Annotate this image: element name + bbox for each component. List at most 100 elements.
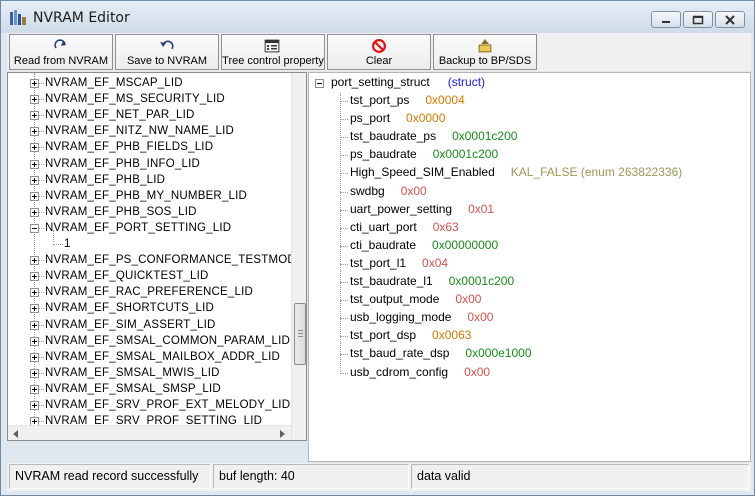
tree-item[interactable]: NVRAM_EF_MS_SECURITY_LID: [8, 91, 291, 107]
tree-item[interactable]: NVRAM_EF_SMSAL_COMMON_PARAM_LID: [8, 333, 291, 349]
field-value: 0x000e1000: [465, 346, 532, 361]
expand-toggle-icon[interactable]: [30, 159, 39, 169]
expand-toggle-icon[interactable]: [30, 352, 39, 362]
scroll-left-arrow-icon[interactable]: [13, 430, 18, 438]
struct-field[interactable]: uart_power_setting 0x01: [350, 202, 494, 216]
tree-item[interactable]: NVRAM_EF_PHB_SOS_LID: [8, 204, 291, 220]
tree-item-label: NVRAM_EF_PORT_SETTING_LID: [45, 221, 232, 234]
expand-toggle-icon[interactable]: [30, 256, 39, 266]
expand-toggle-icon[interactable]: [30, 368, 39, 378]
struct-field[interactable]: tst_output_mode 0x00: [350, 292, 481, 306]
status-buf-length: buf length: 40: [213, 464, 409, 489]
struct-field[interactable]: tst_baudrate_ps 0x0001c200: [350, 129, 517, 143]
field-value: 0x0001c200: [452, 129, 518, 144]
minimize-button[interactable]: [651, 11, 681, 28]
tree-item[interactable]: NVRAM_EF_SRV_PROF_EXT_MELODY_LID: [8, 397, 291, 413]
tree-item[interactable]: NVRAM_EF_SMSAL_MAILBOX_ADDR_LID: [8, 349, 291, 365]
tree-item[interactable]: NVRAM_EF_RAC_PREFERENCE_LID: [8, 284, 291, 300]
struct-field[interactable]: cti_uart_port 0x63: [350, 220, 459, 234]
struct-collapse-toggle[interactable]: [315, 79, 324, 88]
struct-field[interactable]: usb_cdrom_config 0x00: [350, 365, 490, 379]
scroll-right-arrow-icon[interactable]: [280, 430, 285, 438]
backup-icon: [478, 39, 492, 53]
tree-item[interactable]: NVRAM_EF_PHB_INFO_LID: [8, 156, 291, 172]
struct-field[interactable]: tst_baudrate_l1 0x0001c200: [350, 274, 514, 288]
struct-header[interactable]: port_setting_struct (struct): [331, 75, 485, 89]
tree-item[interactable]: NVRAM_EF_SMSAL_MWIS_LID: [8, 365, 291, 381]
tree-item-label: NVRAM_EF_PHB_INFO_LID: [45, 157, 201, 170]
tree-item[interactable]: NVRAM_EF_NET_PAR_LID: [8, 107, 291, 123]
tree-item-label: NVRAM_EF_PHB_MY_NUMBER_LID: [45, 189, 248, 202]
struct-field[interactable]: cti_baudrate 0x00000000: [350, 238, 498, 252]
field-name: usb_logging_mode: [350, 310, 452, 325]
expand-toggle-icon[interactable]: [30, 191, 39, 201]
tree-item-label: NVRAM_EF_PHB_FIELDS_LID: [45, 141, 214, 154]
tree-control-property-button[interactable]: Tree control property: [221, 34, 325, 70]
field-name: tst_baudrate_l1: [350, 274, 433, 288]
tree-item-label: NVRAM_EF_SMSAL_SMSP_LID: [45, 382, 221, 395]
struct-field[interactable]: ps_port 0x0000: [350, 111, 445, 125]
expand-toggle-icon[interactable]: [30, 111, 39, 121]
tree-control-property-label: Tree control property: [222, 55, 324, 67]
struct-field[interactable]: tst_baud_rate_dsp 0x000e1000: [350, 346, 532, 360]
tree-item-label: NVRAM_EF_PS_CONFORMANCE_TESTMODE_L: [45, 254, 307, 267]
tree-item[interactable]: NVRAM_EF_SIM_ASSERT_LID: [8, 317, 291, 333]
expand-toggle-icon[interactable]: [30, 127, 39, 137]
close-button[interactable]: [715, 11, 745, 28]
struct-field[interactable]: ps_baudrate 0x0001c200: [350, 147, 498, 161]
tree-item-label: NVRAM_EF_QUICKTEST_LID: [45, 270, 209, 283]
tree-vertical-scrollbar[interactable]: [291, 73, 306, 440]
tree-scrollbar-thumb[interactable]: [294, 303, 306, 365]
field-value: 0x00: [400, 183, 427, 198]
lid-tree-view[interactable]: NVRAM_EF_MSCAP_LID NVRAM_EF_MS_SECURITY_L…: [7, 72, 307, 441]
expand-toggle-icon[interactable]: [30, 79, 39, 88]
tree-horizontal-scrollbar[interactable]: [8, 425, 291, 440]
field-value: 0x0063: [432, 328, 472, 343]
save-to-nvram-button[interactable]: Save to NVRAM: [115, 34, 219, 70]
expand-toggle-icon[interactable]: [30, 175, 39, 185]
expand-toggle-icon[interactable]: [30, 304, 39, 314]
collapse-toggle-icon[interactable]: [30, 223, 39, 233]
expand-toggle-icon[interactable]: [30, 143, 39, 153]
expand-toggle-icon[interactable]: [30, 207, 39, 217]
tree-item[interactable]: NVRAM_EF_PS_CONFORMANCE_TESTMODE_L: [8, 252, 306, 268]
expand-toggle-icon[interactable]: [30, 336, 39, 346]
expand-toggle-icon[interactable]: [30, 384, 39, 394]
expand-toggle-icon[interactable]: [30, 320, 39, 330]
field-name: usb_cdrom_config: [350, 364, 449, 379]
expand-toggle-icon[interactable]: [30, 401, 39, 410]
expand-toggle-icon[interactable]: [30, 95, 39, 105]
status-validity: data valid: [411, 464, 749, 489]
expand-toggle-icon[interactable]: [30, 288, 39, 298]
tree-item[interactable]: NVRAM_EF_MSCAP_LID: [8, 75, 291, 91]
tree-item-label: NVRAM_EF_NET_PAR_LID: [45, 109, 195, 122]
tree-item-record[interactable]: 1: [64, 236, 71, 252]
field-value: 0x0004: [425, 93, 465, 107]
tree-item[interactable]: NVRAM_EF_QUICKTEST_LID: [8, 268, 291, 284]
tree-item[interactable]: NVRAM_EF_SMSAL_SMSP_LID: [8, 381, 291, 397]
struct-field[interactable]: swdbg 0x00: [350, 184, 427, 198]
field-value: 0x00: [467, 310, 494, 325]
tree-item[interactable]: NVRAM_EF_PHB_LID: [8, 172, 291, 188]
struct-name: port_setting_struct: [331, 75, 430, 89]
struct-field[interactable]: tst_port_l1 0x04: [350, 256, 448, 270]
expand-toggle-icon[interactable]: [30, 272, 39, 282]
field-name: ps_port: [350, 111, 391, 126]
struct-field[interactable]: tst_port_dsp 0x0063: [350, 328, 471, 342]
maximize-button[interactable]: [683, 11, 713, 28]
clear-button[interactable]: Clear: [327, 34, 431, 70]
tree-item[interactable]: NVRAM_EF_SHORTCUTS_LID: [8, 300, 291, 316]
record-detail-view[interactable]: port_setting_struct (struct) tst_port_ps 0…: [308, 72, 751, 462]
struct-field[interactable]: tst_port_ps 0x0004: [350, 93, 465, 107]
struct-field[interactable]: High_Speed_SIM_Enabled KAL_FALSE (enum 26…: [350, 165, 682, 179]
tree-item[interactable]: NVRAM_EF_PORT_SETTING_LID: [8, 220, 291, 236]
tree-item[interactable]: NVRAM_EF_PHB_FIELDS_LID: [8, 139, 291, 155]
field-name: tst_output_mode: [350, 292, 440, 307]
read-from-nvram-button[interactable]: Read from NVRAM: [9, 34, 113, 70]
tree-item[interactable]: NVRAM_EF_NITZ_NW_NAME_LID: [8, 123, 291, 139]
tree-item[interactable]: NVRAM_EF_PHB_MY_NUMBER_LID: [8, 188, 291, 204]
title-bar[interactable]: NVRAM Editor: [1, 1, 754, 33]
struct-field[interactable]: usb_logging_mode 0x00: [350, 310, 493, 324]
field-name: tst_port_dsp: [350, 328, 417, 343]
backup-to-bp-sds-button[interactable]: Backup to BP/SDS: [433, 34, 537, 70]
